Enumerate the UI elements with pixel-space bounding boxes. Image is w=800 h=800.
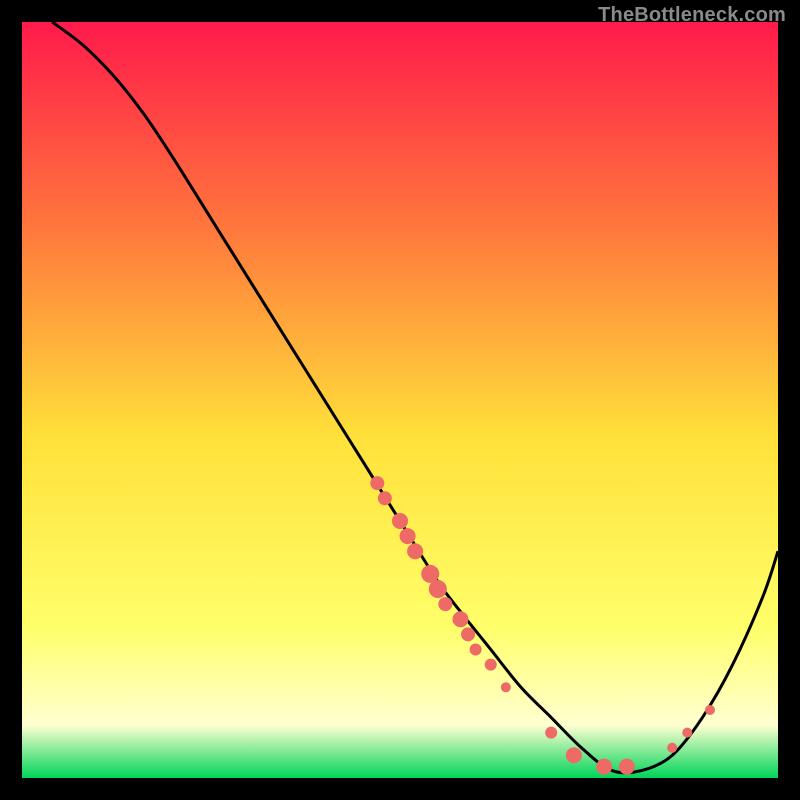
data-point <box>682 728 692 738</box>
data-point <box>378 491 392 505</box>
data-point <box>452 611 468 627</box>
data-point <box>596 759 612 775</box>
data-point <box>619 759 635 775</box>
data-point <box>438 597 452 611</box>
data-point <box>566 747 582 763</box>
data-point <box>429 580 447 598</box>
plot-background <box>22 22 778 778</box>
data-point <box>470 643 482 655</box>
data-point <box>545 727 557 739</box>
data-point <box>400 528 416 544</box>
data-point <box>461 627 475 641</box>
data-point <box>485 659 497 671</box>
bottleneck-chart <box>22 22 778 778</box>
data-point <box>392 513 408 529</box>
data-point <box>501 682 511 692</box>
chart-frame: { "watermark": "TheBottleneck.com", "cha… <box>0 0 800 800</box>
data-point <box>667 743 677 753</box>
data-point <box>407 543 423 559</box>
data-point <box>370 476 384 490</box>
data-point <box>705 705 715 715</box>
